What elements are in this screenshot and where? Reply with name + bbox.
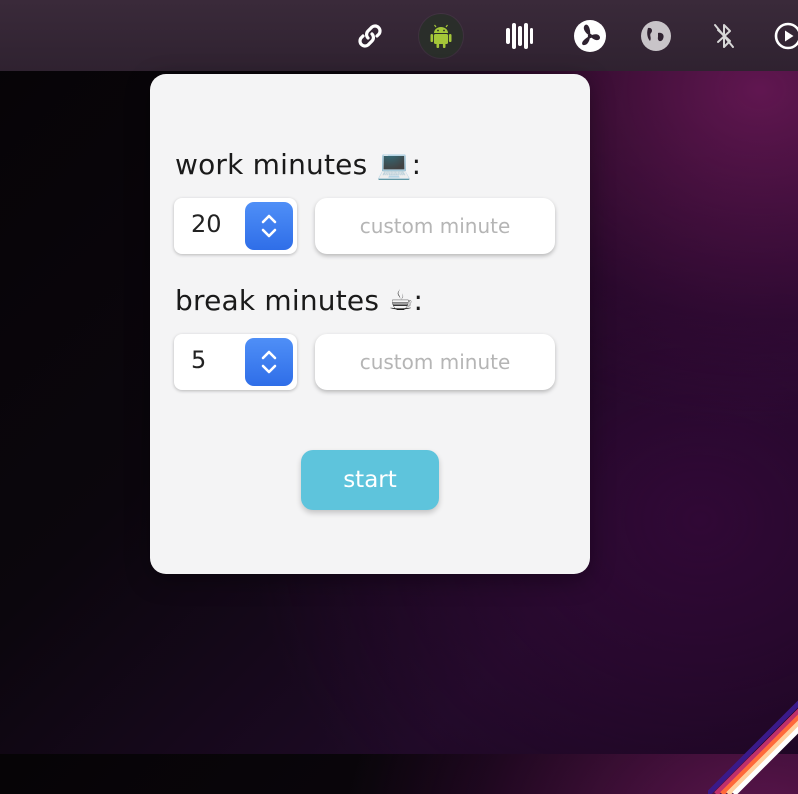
stepper-arrows-icon[interactable] xyxy=(245,338,293,386)
work-custom-minute-input[interactable] xyxy=(315,198,555,254)
link-icon[interactable] xyxy=(348,14,392,58)
timer-settings-panel: work minutes 💻: 20 break minutes ☕: 5 xyxy=(150,74,590,574)
bluetooth-off-icon[interactable] xyxy=(702,14,746,58)
coffee-emoji-icon: ☕ xyxy=(388,284,414,317)
bars-icon[interactable] xyxy=(497,14,541,58)
break-minutes-value: 5 xyxy=(191,346,207,374)
work-minutes-value: 20 xyxy=(191,210,222,238)
globe-icon[interactable] xyxy=(634,14,678,58)
stepper-arrows-icon[interactable] xyxy=(245,202,293,250)
work-minutes-colon: : xyxy=(411,148,422,181)
android-icon[interactable] xyxy=(419,14,463,58)
play-icon[interactable] xyxy=(766,14,798,58)
laptop-emoji-icon: 💻 xyxy=(376,148,412,181)
work-minutes-text: work minutes xyxy=(175,148,368,181)
menu-bar xyxy=(0,0,798,71)
break-minutes-text: break minutes xyxy=(175,284,380,317)
break-minutes-label: break minutes ☕: xyxy=(175,284,423,317)
break-custom-minute-input[interactable] xyxy=(315,334,555,390)
work-minutes-stepper[interactable]: 20 xyxy=(174,198,297,254)
work-minutes-label: work minutes 💻: xyxy=(175,148,421,181)
fan-icon[interactable] xyxy=(568,14,612,58)
break-minutes-colon: : xyxy=(413,284,424,317)
start-button[interactable]: start xyxy=(301,450,439,510)
break-minutes-stepper[interactable]: 5 xyxy=(174,334,297,390)
wallpaper-stripes xyxy=(708,674,798,794)
